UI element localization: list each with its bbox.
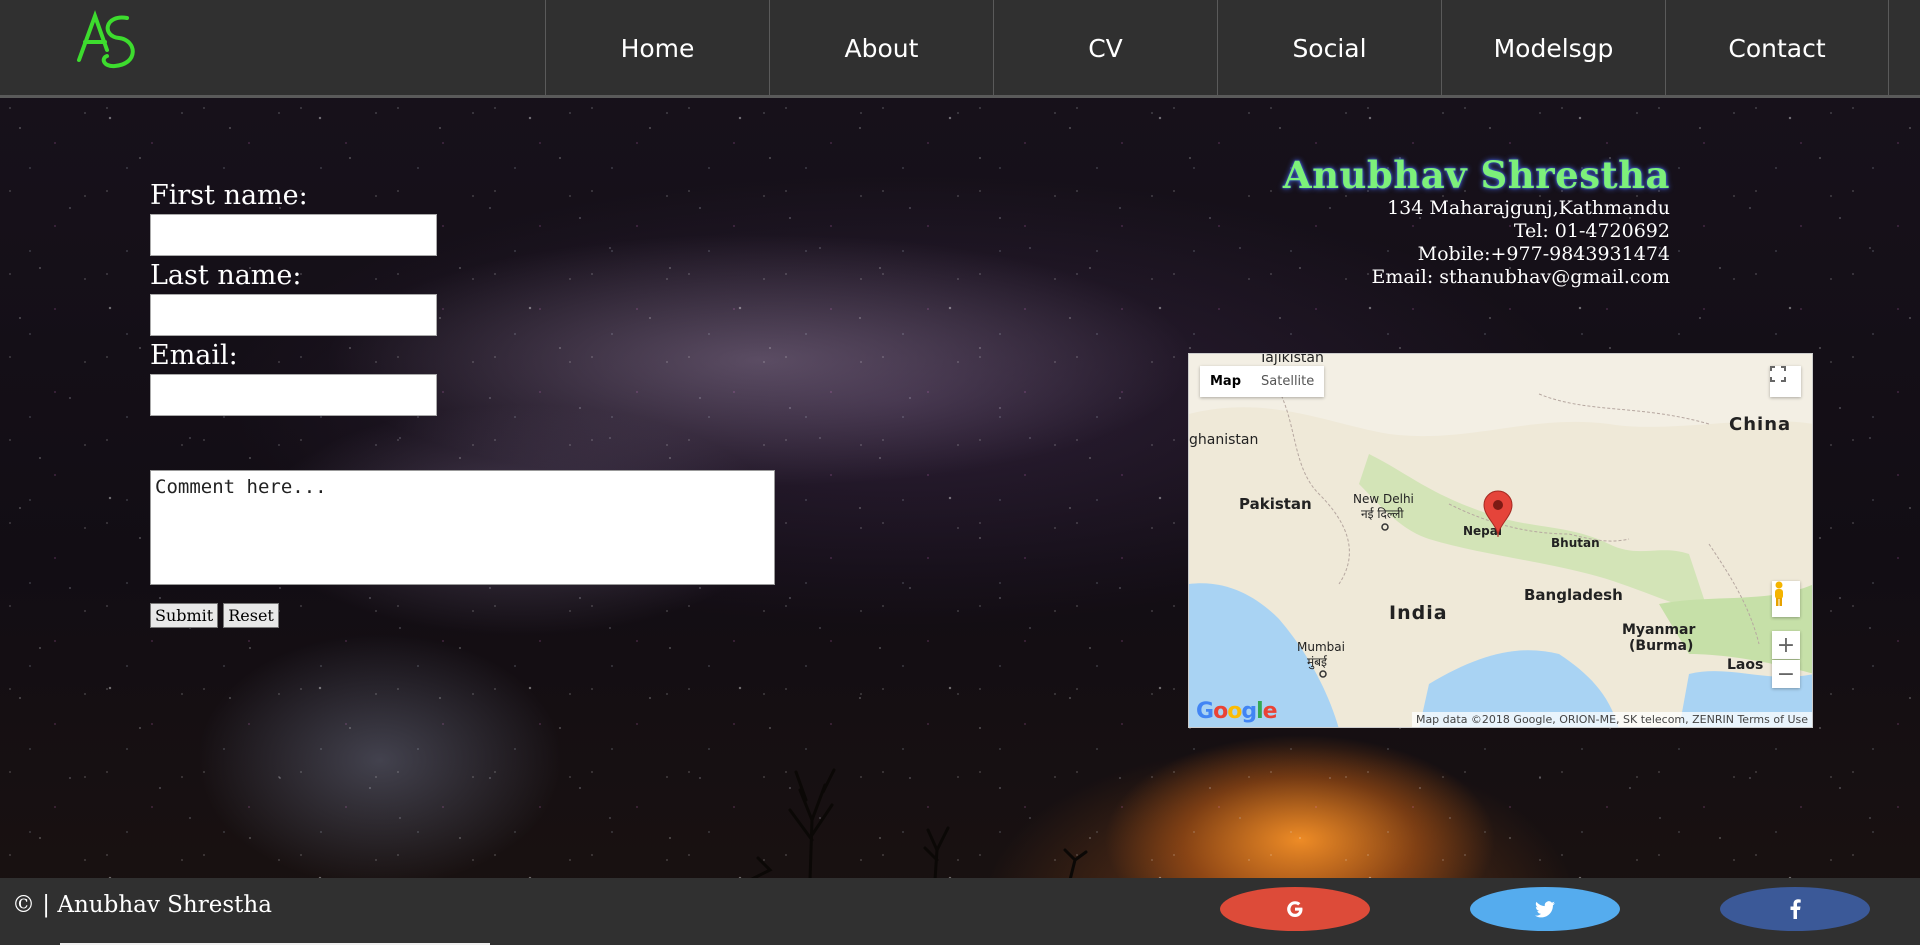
nav-social[interactable]: Social	[1217, 0, 1441, 97]
email-label: Email:	[150, 340, 238, 371]
first-name-input[interactable]	[150, 214, 437, 256]
reset-button[interactable]: Reset	[223, 603, 279, 628]
google-icon	[1287, 901, 1303, 917]
map-label-afghanistan: ghanistan	[1189, 432, 1259, 448]
map-label-new-delhi: New Delhi	[1353, 492, 1414, 506]
contact-name: Anubhav Shrestha	[1282, 153, 1670, 197]
map-label-bangladesh: Bangladesh	[1524, 586, 1623, 604]
fullscreen-icon[interactable]	[1770, 366, 1801, 397]
nav-modelsgp[interactable]: Modelsgp	[1441, 0, 1665, 97]
submit-button[interactable]: Submit	[150, 603, 219, 628]
google-plus-button[interactable]	[1220, 887, 1370, 931]
contact-tel: Tel: 01-4720692	[1513, 220, 1670, 242]
contact-email: Email: sthanubhav@gmail.com	[1371, 266, 1671, 288]
nav-contact[interactable]: Contact	[1665, 0, 1889, 97]
map-pin-icon[interactable]	[1482, 489, 1514, 539]
map-label-new-delhi-local: नई दिल्ली	[1361, 507, 1404, 521]
twitter-button[interactable]	[1470, 887, 1620, 931]
email-input[interactable]	[150, 374, 437, 416]
google-logo[interactable]: Google	[1196, 699, 1278, 724]
map-type-toggle: Map Satellite	[1200, 366, 1325, 397]
copyright-text: © | Anubhav Shrestha	[12, 892, 272, 918]
map-terrain	[1189, 354, 1812, 727]
map-type-map[interactable]: Map	[1200, 366, 1251, 397]
tree-silhouette	[748, 768, 1088, 880]
map-label-tajikistan: Tajikistan	[1259, 353, 1324, 366]
contact-info: Anubhav Shrestha 134 Maharajgunj,Kathman…	[1283, 153, 1670, 289]
map-label-burma: (Burma)	[1629, 638, 1694, 654]
contact-address: 134 Maharajgunj,Kathmandu	[1387, 197, 1670, 219]
street-view-pegman-icon[interactable]	[1772, 581, 1800, 617]
map-label-china: China	[1729, 414, 1792, 435]
map-label-laos: Laos	[1727, 657, 1764, 673]
nav-about[interactable]: About	[769, 0, 993, 97]
facebook-button[interactable]	[1720, 887, 1870, 931]
google-map[interactable]: Tajikistan ghanistan China Pakistan New …	[1188, 353, 1813, 728]
map-label-mumbai-local: मुंबई	[1307, 655, 1327, 669]
last-name-label: Last name:	[150, 260, 302, 291]
form-buttons: Submit Reset	[150, 603, 279, 628]
twitter-icon	[1535, 900, 1555, 917]
logo-icon[interactable]	[75, 10, 143, 70]
nav-cv[interactable]: CV	[993, 0, 1217, 97]
map-label-pakistan: Pakistan	[1239, 495, 1312, 513]
first-name-label: First name:	[150, 180, 308, 211]
nav-home[interactable]: Home	[545, 0, 769, 97]
map-attribution[interactable]: Map data ©2018 Google, ORION-ME, SK tele…	[1411, 712, 1812, 727]
facebook-icon	[1790, 899, 1801, 919]
comment-textarea[interactable]: Comment here...	[150, 470, 775, 585]
map-label-mumbai: Mumbai	[1297, 640, 1345, 654]
map-label-bhutan: Bhutan	[1551, 536, 1600, 550]
zoom-out-button[interactable]: −	[1772, 660, 1800, 688]
contact-mobile: Mobile:+977-9843931474	[1417, 243, 1670, 265]
site-header: Home About CV Social Modelsgp Contact	[0, 0, 1920, 98]
map-label-myanmar: Myanmar	[1622, 622, 1696, 638]
last-name-input[interactable]	[150, 294, 437, 336]
contact-form: First name: Last name: Email:	[150, 180, 437, 420]
zoom-in-button[interactable]: +	[1772, 631, 1800, 659]
site-footer: © | Anubhav Shrestha	[0, 878, 1920, 945]
map-label-india: India	[1389, 602, 1448, 624]
main-nav: Home About CV Social Modelsgp Contact	[545, 0, 1889, 97]
map-type-satellite[interactable]: Satellite	[1251, 366, 1324, 397]
